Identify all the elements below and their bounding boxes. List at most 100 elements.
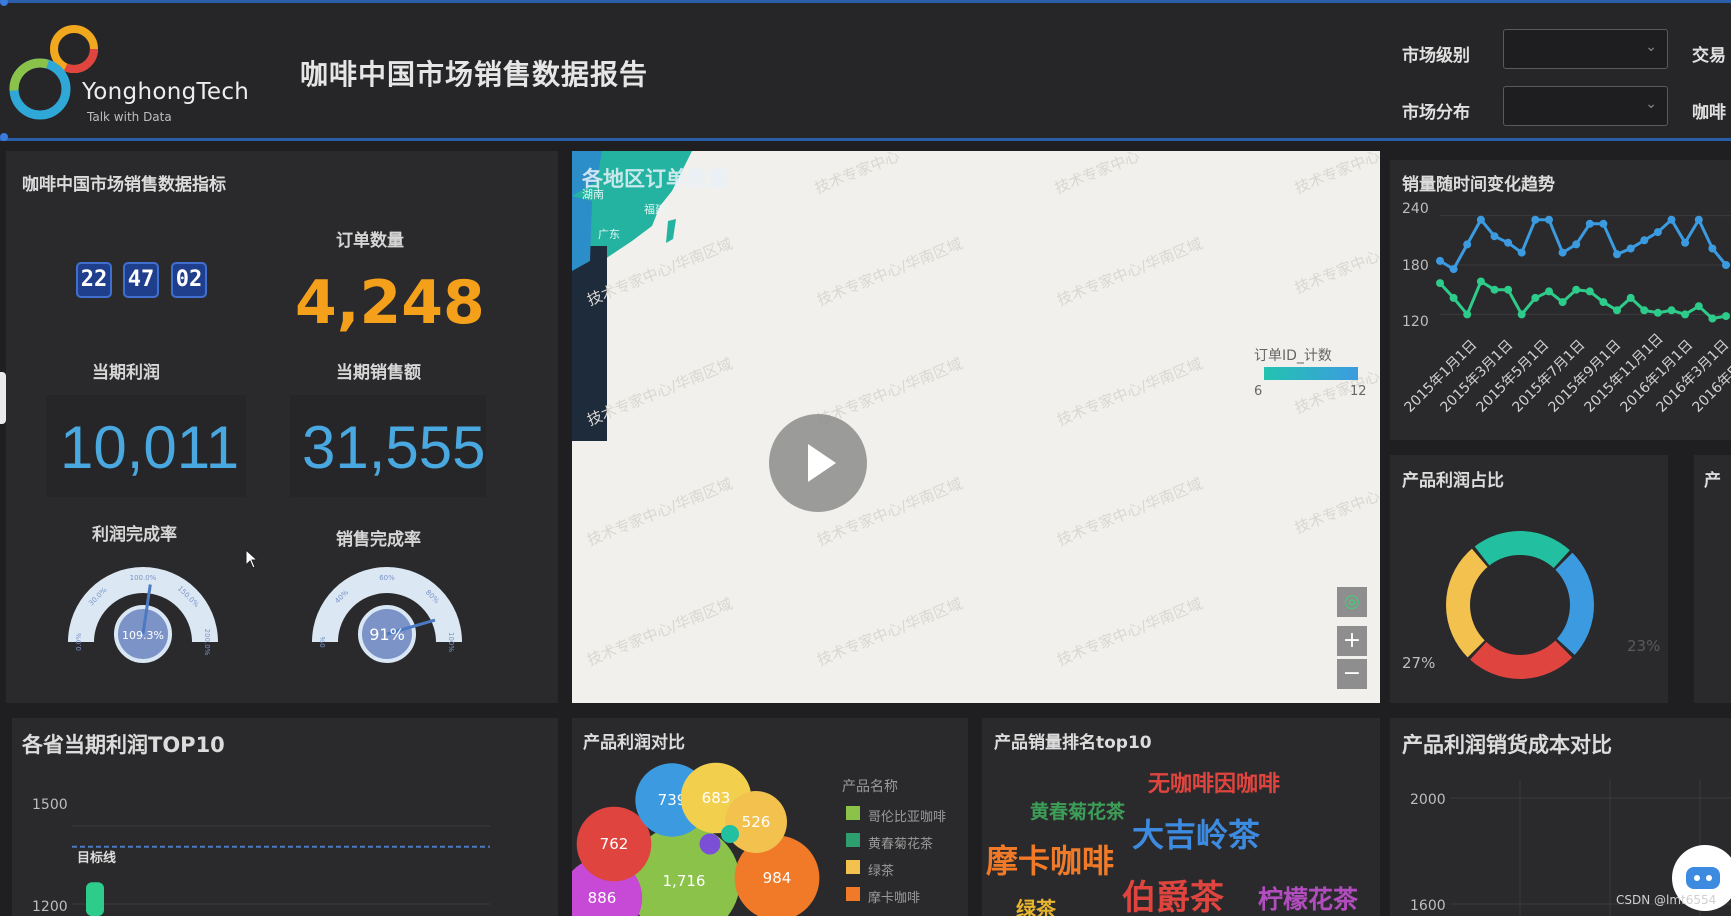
trend-point[interactable] <box>1490 285 1499 294</box>
trend-point[interactable] <box>1613 306 1621 315</box>
watermark: 技术专家中心/华南区域 <box>1054 474 1205 550</box>
trend-point[interactable] <box>1436 279 1444 288</box>
trend-point[interactable] <box>1585 219 1594 228</box>
profit-rate-gauge: 0.0%30.0%100.0%150.0%200.0% 109.3% <box>68 567 218 663</box>
word-cloud-item[interactable]: 伯爵茶 <box>1122 870 1224 916</box>
trend-point[interactable] <box>1504 285 1513 294</box>
watermark: 技术专家中心 <box>1052 151 1143 198</box>
watermark: 技术专家中心 <box>1292 151 1380 198</box>
profit-rate-label: 利润完成率 <box>92 525 177 545</box>
trend-point[interactable] <box>1613 250 1621 259</box>
trend-point[interactable] <box>1708 314 1717 323</box>
trend-point[interactable] <box>1681 238 1690 247</box>
trend-point[interactable] <box>1653 228 1662 237</box>
legend-item[interactable]: 摩卡咖啡 <box>868 887 920 906</box>
word-cloud-item[interactable]: 无咖啡因咖啡 <box>1148 766 1280 798</box>
profit-value: 10,011 <box>60 414 240 481</box>
trend-point[interactable] <box>1694 302 1703 311</box>
word-cloud-item[interactable]: 柠檬花茶 <box>1258 880 1358 916</box>
market-distribution-select[interactable]: ⌄ <box>1503 86 1668 126</box>
next-panel <box>1694 455 1731 703</box>
province-profit-title: 各省当期利润TOP10 <box>22 733 225 757</box>
trend-point[interactable] <box>1585 287 1594 296</box>
trend-point[interactable] <box>1463 310 1472 319</box>
trend-point[interactable] <box>1694 215 1703 224</box>
y-tick: 2000 <box>1410 792 1446 808</box>
region-order-map[interactable]: 湖南 广东 福建 各地区订单数量 技术专家中心 技术专家中心 技术专家中心 技术… <box>572 151 1380 703</box>
map-zoom-out-button[interactable]: − <box>1337 659 1367 689</box>
trend-point[interactable] <box>1626 244 1635 253</box>
trend-point[interactable] <box>1476 277 1485 286</box>
profit-label: 当期利润 <box>92 363 160 383</box>
trend-point[interactable] <box>1504 238 1513 247</box>
bubble[interactable] <box>721 825 739 843</box>
trend-point[interactable] <box>1667 306 1676 315</box>
trend-point[interactable] <box>1599 298 1608 307</box>
trend-point[interactable] <box>1545 287 1553 296</box>
trend-point[interactable] <box>1517 248 1526 257</box>
sales-rate-gauge: 0%40%60%80%100% 91% <box>312 567 462 663</box>
trend-point[interactable] <box>1572 285 1581 294</box>
trend-point[interactable] <box>1681 310 1690 319</box>
word-cloud-item[interactable]: 大吉岭茶 <box>1132 810 1260 856</box>
mouse-cursor-icon <box>245 549 259 569</box>
trend-point[interactable] <box>1558 298 1567 307</box>
trend-point[interactable] <box>1626 293 1635 302</box>
y-tick: 180 <box>1402 258 1429 274</box>
trend-point[interactable] <box>1531 293 1540 302</box>
trend-point[interactable] <box>1722 312 1730 321</box>
chevron-down-icon: ⌄ <box>1645 96 1657 112</box>
trend-point[interactable] <box>1640 236 1649 245</box>
trend-point[interactable] <box>1708 244 1717 253</box>
trend-point[interactable] <box>1653 308 1662 317</box>
trend-point[interactable] <box>1558 248 1567 257</box>
word-cloud-item[interactable]: 黄春菊花茶 <box>1030 797 1125 824</box>
watermark: 技术专家中心 <box>1292 246 1380 298</box>
sales-label: 当期销售额 <box>336 363 421 383</box>
trend-point[interactable] <box>1545 215 1553 224</box>
market-level-select[interactable]: ⌄ <box>1503 29 1668 69</box>
legend-item[interactable]: 绿茶 <box>868 860 894 879</box>
map-legend-title: 订单ID_计数 <box>1254 348 1332 364</box>
sales-rank-title: 产品销量排名top10 <box>994 733 1152 753</box>
trend-point[interactable] <box>1531 215 1540 224</box>
trend-point[interactable] <box>1476 215 1485 224</box>
legend-swatch <box>846 833 860 847</box>
order-count-label: 订单数量 <box>336 231 404 251</box>
profit-share-title: 产品利润占比 <box>1402 471 1504 491</box>
trend-point[interactable] <box>1722 261 1730 269</box>
trend-point[interactable] <box>1667 215 1676 224</box>
word-cloud-item[interactable]: 绿茶 <box>1016 893 1056 916</box>
y-tick: 120 <box>1402 314 1429 330</box>
map-legend-gradient <box>1264 367 1358 380</box>
word-cloud-item[interactable]: 摩卡咖啡 <box>986 836 1114 882</box>
trend-point[interactable] <box>1449 265 1458 274</box>
page-title: 咖啡中国市场销售数据报告 <box>300 58 649 91</box>
trend-point[interactable] <box>1436 256 1444 265</box>
report-header: YonghongTech Talk with Data 咖啡中国市场销售数据报告… <box>0 0 1731 141</box>
robot-icon <box>1686 867 1720 889</box>
watermark: 技术专家中心 <box>1292 486 1380 538</box>
province-bar[interactable] <box>86 882 104 916</box>
clock-seconds: 02 <box>171 262 207 298</box>
y-tick: 1200 <box>32 899 68 915</box>
trend-point[interactable] <box>1449 293 1458 302</box>
clock-minutes: 47 <box>123 262 159 298</box>
legend-item[interactable]: 黄春菊花茶 <box>868 833 933 852</box>
map-zoom-in-button[interactable]: + <box>1337 626 1367 656</box>
trend-point[interactable] <box>1517 310 1526 319</box>
map-locate-button[interactable]: ◎ <box>1337 587 1367 617</box>
bubble-label: 526 <box>742 813 771 831</box>
bubble[interactable] <box>699 833 721 855</box>
legend-item[interactable]: 哥伦比亚咖啡 <box>868 806 946 825</box>
map-title: 各地区订单数量 <box>582 167 729 191</box>
trend-point[interactable] <box>1463 240 1472 249</box>
trend-point[interactable] <box>1640 306 1649 315</box>
map-legend-min: 6 <box>1254 384 1263 399</box>
video-play-button[interactable] <box>769 414 867 512</box>
trend-point[interactable] <box>1572 240 1581 249</box>
trend-point[interactable] <box>1490 232 1499 241</box>
trend-point[interactable] <box>1599 219 1608 228</box>
watermark: 技术专家中心/华南区域 <box>1054 594 1205 670</box>
dashboard-page: YonghongTech Talk with Data 咖啡中国市场销售数据报告… <box>0 0 1731 916</box>
